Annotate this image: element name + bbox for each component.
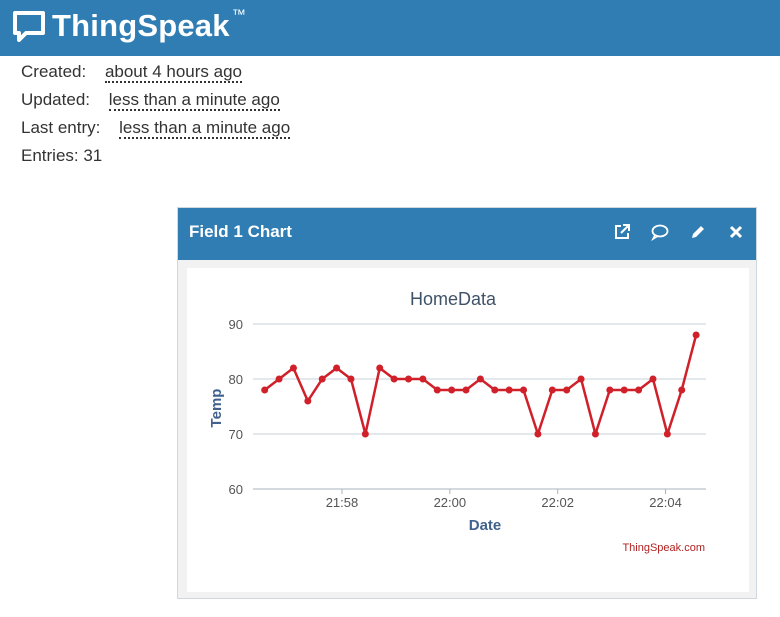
x-tick-labels: 21:58 22:00 22:02 22:04	[326, 489, 682, 510]
chart-title: HomeData	[410, 289, 497, 309]
external-link-icon[interactable]	[612, 222, 632, 242]
created-label: Created:	[21, 62, 87, 81]
y-grid	[253, 323, 706, 490]
data-point	[376, 364, 384, 372]
updated-value[interactable]: less than a minute ago	[108, 90, 280, 111]
speech-bubble-logo-icon	[13, 11, 45, 42]
data-point	[433, 386, 441, 394]
data-point	[347, 375, 355, 383]
data-point	[591, 430, 599, 438]
brand-logo-link[interactable]: ThingSpeak ™	[12, 6, 246, 46]
data-point	[361, 430, 369, 438]
y-tick-label: 80	[229, 372, 243, 387]
top-navbar: ThingSpeak ™	[0, 0, 780, 56]
y-tick-label: 90	[229, 317, 243, 332]
series-line	[263, 334, 698, 436]
channel-meta: Created: about 4 hours ago Updated: less…	[21, 58, 291, 170]
data-point	[606, 386, 614, 394]
series-temp	[261, 331, 700, 438]
pencil-icon[interactable]	[688, 222, 708, 242]
chart-credit[interactable]: ThingSpeak.com	[622, 542, 705, 554]
x-tick-label: 21:58	[326, 495, 359, 510]
data-point	[534, 430, 542, 438]
chart-container: HomeData 60 70 80 90 21:58 22:00 22:02 22:04 T…	[187, 268, 749, 592]
data-point	[289, 364, 297, 372]
data-point	[620, 386, 628, 394]
data-point	[448, 386, 456, 394]
last-entry-value[interactable]: less than a minute ago	[119, 118, 291, 139]
data-point	[563, 386, 571, 394]
data-point	[678, 386, 686, 394]
y-tick-label: 70	[229, 427, 243, 442]
updated-row: Updated: less than a minute ago	[21, 86, 290, 114]
data-point	[462, 386, 470, 394]
data-point	[649, 375, 657, 383]
data-point	[520, 386, 528, 394]
data-point	[275, 375, 283, 383]
comment-icon[interactable]	[650, 222, 670, 242]
brand-name: ThingSpeak	[52, 8, 230, 43]
data-point	[333, 364, 341, 372]
data-point	[304, 397, 312, 405]
field-chart-panel: Field 1 Chart HomeData 60 70 80 90 21:58…	[177, 207, 757, 599]
x-tick-label: 22:02	[541, 495, 574, 510]
data-point	[419, 375, 427, 383]
data-point	[261, 386, 269, 394]
y-tick-label: 60	[229, 482, 243, 497]
data-point	[404, 375, 412, 383]
panel-title: Field 1 Chart	[189, 222, 292, 241]
data-point	[548, 386, 556, 394]
data-point	[635, 386, 643, 394]
y-axis-title: Temp	[208, 389, 225, 428]
y-tick-labels: 60 70 80 90	[229, 317, 243, 497]
last-entry-row: Last entry: less than a minute ago	[21, 114, 291, 142]
created-row: Created: about 4 hours ago	[21, 58, 290, 86]
data-point	[663, 430, 671, 438]
data-point	[491, 386, 499, 394]
data-point	[476, 375, 484, 383]
panel-actions	[612, 222, 746, 242]
entries-count: Entries: 31	[21, 146, 103, 165]
x-tick-label: 22:04	[649, 495, 682, 510]
x-tick-label: 22:00	[434, 495, 467, 510]
data-point	[577, 375, 585, 383]
updated-label: Updated:	[21, 90, 90, 109]
x-axis-title: Date	[469, 517, 502, 534]
panel-header: Field 1 Chart	[178, 208, 756, 260]
data-point	[390, 375, 398, 383]
data-point	[505, 386, 513, 394]
line-chart: HomeData 60 70 80 90 21:58 22:00 22:02 22:04 T…	[208, 289, 706, 554]
data-point	[692, 331, 700, 339]
entries-row: Entries: 31	[21, 142, 290, 170]
brand-trademark: ™	[231, 6, 246, 22]
data-point	[318, 375, 326, 383]
created-value[interactable]: about 4 hours ago	[104, 62, 242, 83]
close-icon[interactable]	[726, 222, 746, 242]
last-entry-label: Last entry:	[21, 118, 101, 137]
